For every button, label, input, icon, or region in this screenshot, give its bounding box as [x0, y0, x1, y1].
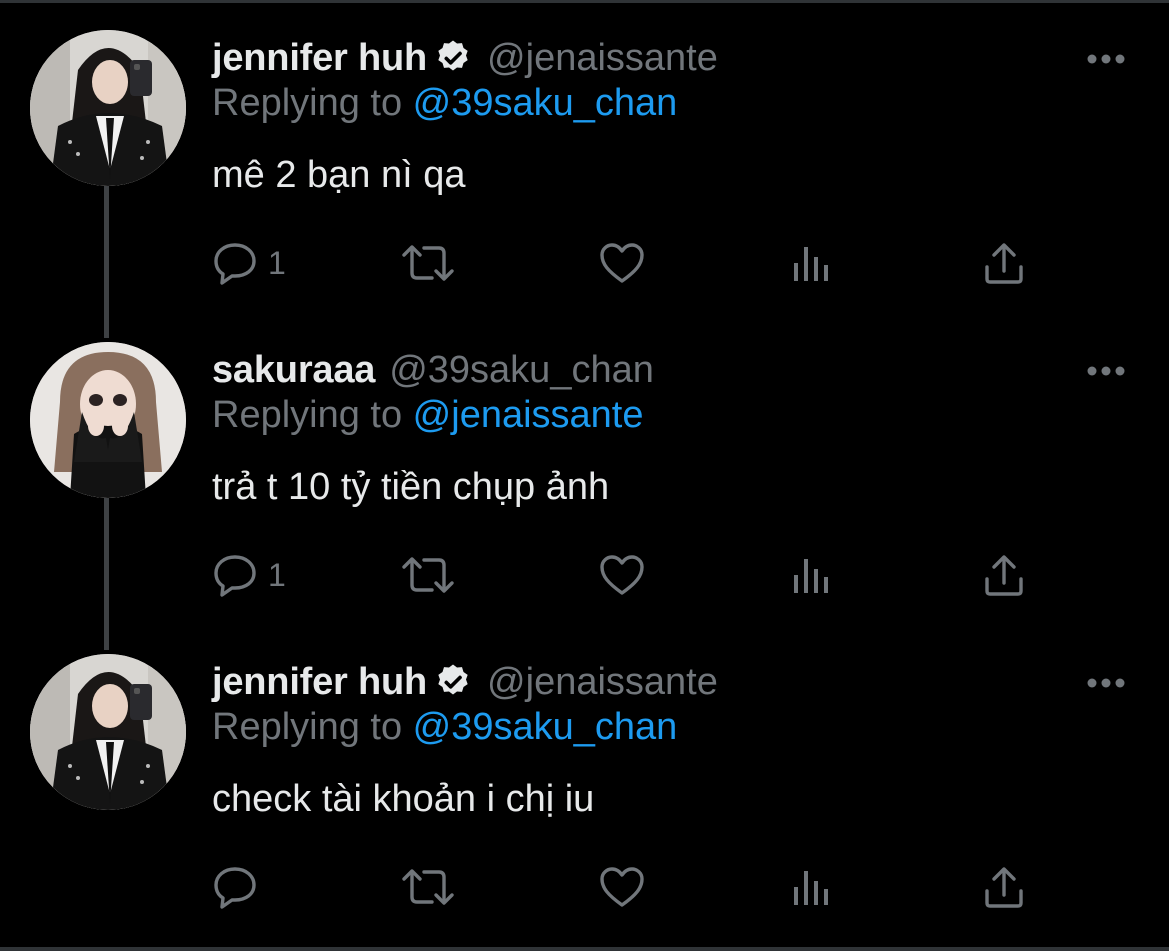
like-button[interactable] [598, 553, 646, 597]
retweet-button[interactable] [400, 865, 456, 909]
display-name[interactable]: sakuraaa [212, 349, 375, 392]
display-name[interactable]: jennifer huh [212, 661, 427, 704]
like-button[interactable] [598, 241, 646, 285]
tweet-header: jennifer huh @jenaissante [212, 36, 718, 80]
tweet-actions: 1 [212, 241, 1112, 285]
display-name[interactable]: jennifer huh [212, 37, 427, 80]
views-icon [794, 247, 828, 281]
retweet-button[interactable] [400, 241, 456, 285]
retweet-icon [402, 245, 454, 281]
tweet-text: check tài khoản i chị iu [212, 778, 595, 820]
top-divider [0, 0, 1169, 3]
replying-to-label: Replying to [212, 394, 413, 436]
like-icon [600, 243, 644, 283]
views-icon [794, 559, 828, 593]
replying-to: Replying to @39saku_chan [212, 706, 677, 749]
views-button[interactable] [792, 865, 832, 909]
profile-photo-jennifer-icon [30, 654, 186, 810]
like-icon [600, 867, 644, 907]
user-handle[interactable]: @39saku_chan [389, 349, 654, 392]
share-button[interactable] [982, 553, 1026, 597]
retweet-button[interactable] [400, 553, 456, 597]
reply-count: 1 [268, 556, 286, 593]
more-options-icon[interactable] [1086, 52, 1126, 64]
avatar[interactable] [30, 30, 186, 186]
retweet-icon [402, 557, 454, 593]
like-icon [600, 555, 644, 595]
mention-link[interactable]: @39saku_chan [413, 82, 678, 124]
reply-button[interactable] [212, 865, 258, 909]
reply-button[interactable]: 1 [212, 553, 286, 597]
reply-icon [214, 555, 256, 597]
tweet-header: sakuraaa @39saku_chan [212, 348, 654, 392]
mention-link[interactable]: @jenaissante [413, 394, 644, 436]
mention-link[interactable]: @39saku_chan [413, 706, 678, 748]
bottom-divider [0, 947, 1169, 951]
tweet-header: jennifer huh @jenaissante [212, 660, 718, 704]
share-icon [985, 867, 1023, 908]
share-icon [985, 243, 1023, 284]
views-icon [794, 871, 828, 905]
tweet[interactable]: jennifer huh @jenaissante Replying to @3… [0, 30, 1169, 336]
reply-icon [214, 867, 256, 909]
replying-to-label: Replying to [212, 706, 413, 748]
tweet[interactable]: sakuraaa @39saku_chan Replying to @jenai… [0, 342, 1169, 648]
replying-to-label: Replying to [212, 82, 413, 124]
verified-badge-icon [433, 662, 473, 702]
avatar[interactable] [30, 342, 186, 498]
tweet[interactable]: jennifer huh @jenaissante Replying to @3… [0, 654, 1169, 940]
like-button[interactable] [598, 865, 646, 909]
reply-count: 1 [268, 244, 286, 281]
profile-photo-jennifer-icon [30, 30, 186, 186]
replying-to: Replying to @jenaissante [212, 394, 644, 437]
tweet-text: mê 2 bạn nì qa [212, 154, 466, 196]
more-options-icon[interactable] [1086, 364, 1126, 376]
tweet-actions: 1 [212, 553, 1112, 597]
reply-icon [214, 243, 256, 285]
user-handle[interactable]: @jenaissante [487, 37, 718, 80]
share-button[interactable] [982, 865, 1026, 909]
replying-to: Replying to @39saku_chan [212, 82, 677, 125]
views-button[interactable] [792, 553, 832, 597]
reply-button[interactable]: 1 [212, 241, 286, 285]
share-icon [985, 555, 1023, 596]
avatar[interactable] [30, 654, 186, 810]
views-button[interactable] [792, 241, 832, 285]
profile-photo-sakura-icon [30, 342, 186, 498]
more-options-icon[interactable] [1086, 676, 1126, 688]
share-button[interactable] [982, 241, 1026, 285]
retweet-icon [402, 869, 454, 905]
tweet-text: trả t 10 tỷ tiền chụp ảnh [212, 466, 610, 508]
verified-badge-icon [433, 38, 473, 78]
tweet-actions [212, 865, 1112, 909]
user-handle[interactable]: @jenaissante [487, 661, 718, 704]
